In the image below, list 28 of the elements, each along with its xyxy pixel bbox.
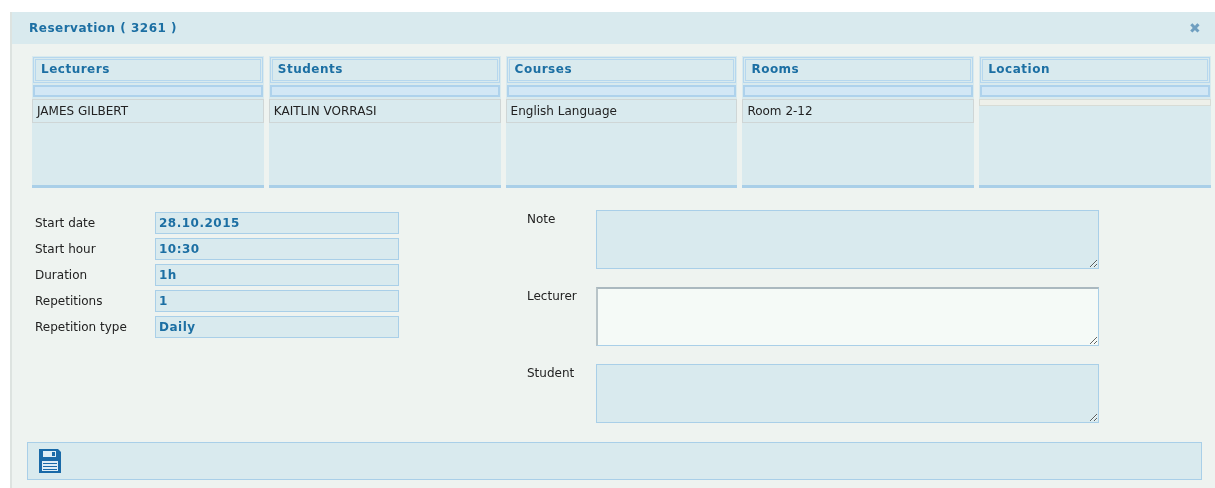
field-label: Repetition type bbox=[35, 320, 128, 334]
filter-field[interactable] bbox=[980, 85, 1210, 97]
text-area[interactable] bbox=[596, 364, 1099, 423]
input-field[interactable]: 10:30 bbox=[155, 238, 399, 260]
field-label: Lecturer bbox=[527, 288, 578, 305]
input-field[interactable]: Daily bbox=[155, 316, 399, 338]
save-icon[interactable] bbox=[39, 449, 61, 473]
field-label: Student bbox=[527, 365, 576, 382]
close-button[interactable]: ✖ bbox=[1189, 20, 1201, 36]
text-area[interactable] bbox=[596, 210, 1099, 269]
filter-field[interactable] bbox=[506, 85, 737, 97]
input-field[interactable]: 1 bbox=[155, 290, 399, 312]
field-label: Duration bbox=[35, 268, 89, 282]
field-label: Start hour bbox=[35, 242, 97, 256]
filter-field[interactable] bbox=[269, 85, 500, 97]
filter-field[interactable] bbox=[33, 85, 263, 97]
window-title: Reservation ( 3261 ) bbox=[29, 21, 178, 35]
input-field[interactable]: 1h bbox=[155, 264, 399, 286]
field-label: Start date bbox=[35, 216, 97, 230]
list-item[interactable]: English Language bbox=[505, 99, 738, 123]
field-label: Note bbox=[527, 211, 557, 228]
list-item[interactable]: KAITLIN VORRASI bbox=[268, 99, 501, 123]
list-item[interactable]: JAMES GILBERT bbox=[32, 99, 264, 123]
text-area[interactable] bbox=[596, 287, 1099, 346]
input-field[interactable]: 28.10.2015 bbox=[155, 212, 399, 234]
list-item[interactable]: Room 2-12 bbox=[742, 99, 975, 123]
filter-field[interactable] bbox=[743, 85, 974, 97]
field-label: Repetitions bbox=[35, 294, 104, 308]
